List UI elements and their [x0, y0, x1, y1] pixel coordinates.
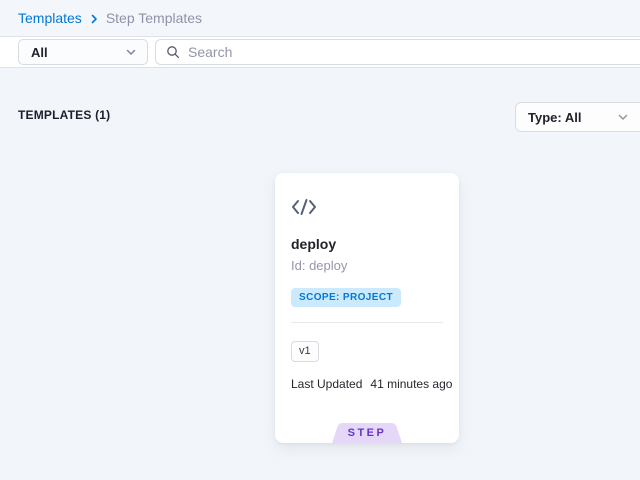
template-id: Id: deploy: [291, 258, 347, 273]
last-updated-value: 41 minutes ago: [370, 377, 452, 391]
template-title: deploy: [291, 236, 336, 252]
type-filter-dropdown[interactable]: Type: All: [515, 102, 640, 132]
version-chip[interactable]: v1: [291, 341, 319, 362]
scope-filter-value: All: [31, 45, 48, 60]
last-updated: Last Updated 41 minutes ago: [291, 377, 452, 391]
page-header: Templates Step Templates: [0, 0, 640, 36]
code-icon: [291, 197, 317, 222]
chevron-right-icon: [88, 13, 100, 25]
breadcrumb-current: Step Templates: [106, 10, 202, 26]
type-filter-value: Type: All: [528, 110, 581, 125]
last-updated-label: Last Updated: [291, 377, 362, 391]
search-box[interactable]: [155, 39, 640, 65]
scope-filter-dropdown[interactable]: All: [18, 39, 148, 65]
template-type-tab: STEP: [332, 423, 402, 443]
scope-badge: SCOPE: PROJECT: [291, 288, 401, 307]
breadcrumb-templates-link[interactable]: Templates: [18, 10, 82, 26]
toolbar: All: [0, 36, 640, 68]
search-input[interactable]: [188, 44, 630, 60]
chevron-down-icon: [125, 46, 137, 58]
breadcrumb: Templates Step Templates: [18, 10, 202, 26]
template-card-deploy[interactable]: deploy Id: deploy SCOPE: PROJECT v1 Last…: [275, 173, 459, 443]
card-divider: [291, 322, 443, 323]
search-icon: [166, 45, 180, 59]
templates-count-label: TEMPLATES (1): [18, 108, 110, 122]
chevron-down-icon: [617, 111, 629, 123]
